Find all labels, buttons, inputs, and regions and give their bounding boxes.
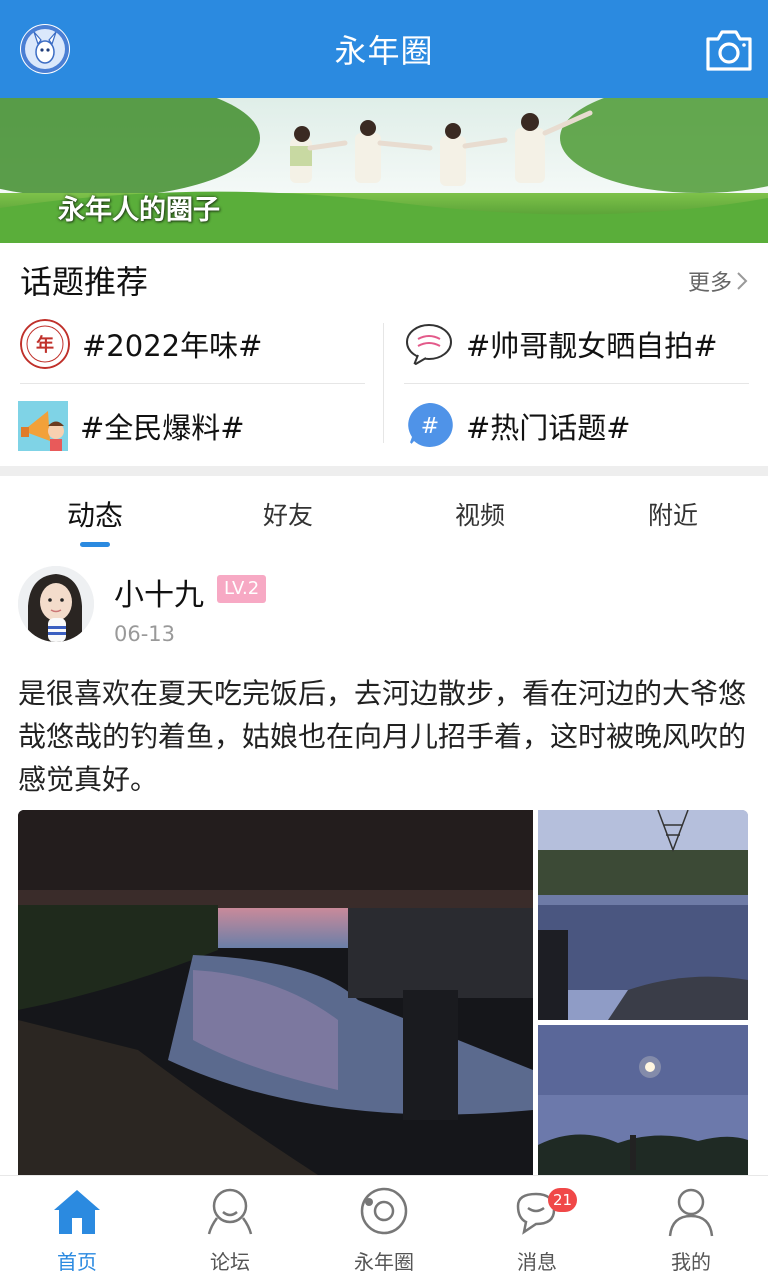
tab-nearby[interactable]: 附近 — [613, 496, 733, 532]
divider — [20, 383, 365, 384]
nav-label: 首页 — [57, 1250, 97, 1274]
nav-home[interactable]: 首页 — [17, 1184, 137, 1275]
page-title: 永年圈 — [334, 32, 434, 70]
level-badge: LV.2 — [217, 575, 267, 603]
speech-bubble-icon — [404, 319, 454, 369]
megaphone-icon — [18, 401, 68, 451]
feed-tabs: 动态 好友 视频 附近 — [0, 476, 768, 550]
post-date: 06-13 — [114, 622, 176, 646]
post-photo[interactable] — [538, 810, 748, 1020]
divider — [404, 383, 749, 384]
nav-profile[interactable]: 我的 — [631, 1184, 751, 1275]
more-label: 更多 — [687, 271, 732, 296]
nav-label: 永年圈 — [354, 1250, 414, 1274]
topic-label: #帅哥靓女晒自拍# — [466, 329, 718, 363]
tab-indicator — [80, 542, 110, 547]
nav-label: 我的 — [671, 1250, 711, 1274]
banner-image[interactable]: 永年人的圈子 — [0, 98, 768, 243]
post-username[interactable]: 小十九 — [114, 570, 204, 614]
nianwei-badge-icon: 年 — [20, 319, 70, 369]
nav-label: 消息 — [517, 1250, 557, 1274]
nav-circle[interactable]: 永年圈 — [324, 1184, 444, 1275]
bottom-navigation: 首页 论坛 永年圈 21 消息 我的 — [0, 1175, 768, 1280]
tab-video[interactable]: 视频 — [420, 496, 540, 532]
home-icon — [50, 1184, 104, 1238]
app-header: 永年圈 — [0, 0, 768, 98]
svg-text:#: # — [421, 414, 439, 439]
circle-icon — [357, 1184, 411, 1238]
post-photo[interactable] — [538, 1025, 748, 1175]
topic-item[interactable]: #帅哥靓女晒自拍# — [404, 319, 718, 369]
nav-forum[interactable]: 论坛 — [170, 1184, 290, 1275]
message-icon: 21 — [510, 1184, 578, 1238]
more-link[interactable]: 更多 — [688, 265, 748, 297]
tab-friends[interactable]: 好友 — [228, 496, 348, 532]
topic-item[interactable]: # #热门话题# — [404, 401, 631, 451]
chevron-right-icon — [737, 272, 748, 290]
topic-recommendations: 话题推荐 更多 年 #2022年味# #帅哥靓女晒自拍# #全民爆料# # #热… — [0, 243, 768, 466]
topic-label: #2022年味# — [82, 329, 263, 363]
camera-icon[interactable] — [704, 27, 754, 73]
forum-icon — [203, 1184, 257, 1238]
post-text: 是很喜欢在夏天吃完饭后，去河边散步，看在河边的大爷悠哉悠哉的钓着鱼，姑娘也在向月… — [18, 677, 747, 796]
divider — [383, 323, 384, 443]
topic-label: #热门话题# — [466, 411, 631, 445]
banner-caption: 永年人的圈子 — [58, 195, 220, 226]
profile-icon — [664, 1184, 718, 1238]
tab-dongtai[interactable]: 动态 — [35, 494, 155, 534]
post-photo[interactable] — [18, 810, 533, 1175]
hashtag-icon: # — [404, 401, 454, 451]
svg-text:年: 年 — [36, 334, 54, 356]
avatar[interactable] — [18, 566, 94, 642]
app-logo[interactable] — [20, 24, 70, 74]
nav-label: 论坛 — [210, 1250, 250, 1274]
section-heading: 话题推荐 — [20, 263, 149, 301]
topic-label: #全民爆料# — [80, 411, 245, 445]
nav-messages[interactable]: 21 消息 — [477, 1184, 597, 1275]
topic-item[interactable]: #全民爆料# — [18, 401, 245, 451]
notification-badge: 21 — [548, 1188, 578, 1212]
section-separator — [0, 466, 768, 476]
topic-item[interactable]: 年 #2022年味# — [20, 319, 262, 369]
